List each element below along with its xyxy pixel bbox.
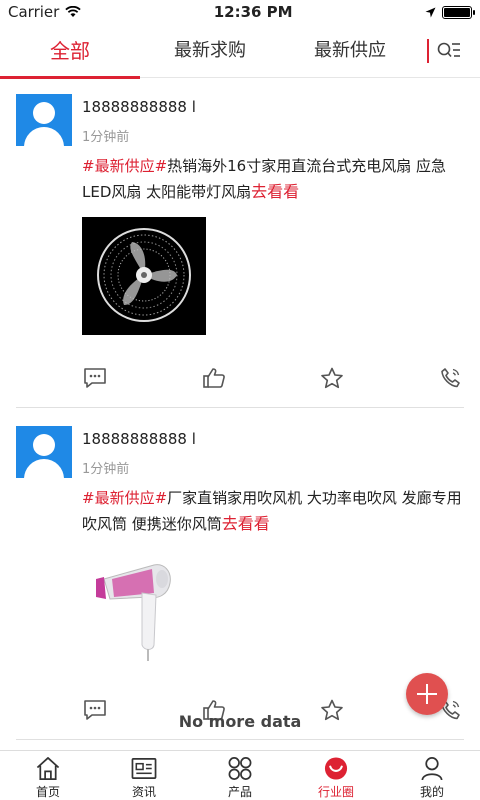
bottom-nav: 首页 资讯 产品 行业圈 我的: [0, 750, 480, 800]
carrier-label: Carrier: [8, 3, 60, 21]
nav-home-label: 首页: [35, 785, 60, 799]
thumbs-up-icon: [202, 368, 225, 388]
avatar[interactable]: [16, 94, 72, 146]
battery-icon: [441, 5, 475, 19]
post-image-hair-dryer[interactable]: [82, 549, 206, 667]
tab-all[interactable]: 全部: [0, 24, 140, 79]
phone-icon: [441, 368, 460, 388]
user-name: 18888888888 l: [82, 98, 196, 116]
nav-news-label: 资讯: [131, 785, 156, 799]
feed-post[interactable]: 18888888888 l 1分钟前 #最新供应#厂家直销家用吹风机 大功率电吹…: [16, 408, 464, 740]
category-tabs: 全部 最新求购 最新供应: [0, 24, 480, 79]
nav-products[interactable]: 产品: [192, 751, 288, 800]
call-button[interactable]: [438, 365, 464, 391]
view-more-link[interactable]: 去看看: [222, 514, 270, 533]
post-time: 1分钟前: [82, 130, 130, 145]
post-actions: [82, 349, 464, 407]
nav-home[interactable]: 首页: [0, 751, 96, 800]
add-post-button[interactable]: [406, 673, 448, 715]
news-icon: [131, 758, 157, 779]
view-more-link[interactable]: 去看看: [251, 182, 299, 201]
status-right: [425, 5, 475, 19]
post-tag[interactable]: #最新供应#: [82, 489, 167, 507]
post-content: #最新供应#热销海外16寸家用直流台式充电风扇 应急LED风扇 太阳能带灯风扇去…: [82, 154, 464, 205]
feed-post[interactable]: 18888888888 l 1分钟前 #最新供应#热销海外16寸家用直流台式充电…: [16, 78, 464, 408]
user-icon: [421, 757, 443, 781]
nav-industry-circle-label: 行业圈: [317, 785, 354, 799]
post-tag[interactable]: #最新供应#: [82, 157, 167, 175]
home-icon: [36, 757, 60, 780]
post-header: 18888888888 l 1分钟前: [16, 426, 464, 478]
wifi-icon: [65, 6, 82, 17]
post-time: 1分钟前: [82, 462, 130, 477]
nav-me-label: 我的: [419, 785, 444, 799]
tab-latest-purchase[interactable]: 最新求购: [140, 24, 280, 78]
avatar[interactable]: [16, 426, 72, 478]
status-time: 12:36 PM: [213, 3, 293, 21]
comment-icon: [84, 368, 106, 388]
tab-latest-supply[interactable]: 最新供应: [280, 24, 420, 78]
user-name: 18888888888 l: [82, 430, 196, 448]
search-list-icon: [437, 42, 460, 57]
status-bar: Carrier 12:36 PM: [0, 0, 480, 24]
post-image-fan[interactable]: [82, 217, 206, 335]
location-arrow-icon: [425, 7, 436, 17]
star-icon: [321, 367, 344, 389]
post-content: #最新供应#厂家直销家用吹风机 大功率电吹风 发廊专用吹风筒 便携迷你风筒去看看: [82, 486, 464, 537]
feed-list: 18888888888 l 1分钟前 #最新供应#热销海外16寸家用直流台式充电…: [0, 78, 480, 750]
products-icon: [228, 757, 252, 780]
like-button[interactable]: [201, 365, 227, 391]
no-more-data-label: No more data: [178, 712, 302, 731]
nav-news[interactable]: 资讯: [96, 751, 192, 800]
nav-industry-circle[interactable]: 行业圈: [288, 751, 384, 800]
nav-products-label: 产品: [227, 785, 252, 799]
filter-button[interactable]: [429, 24, 469, 78]
user-info: 18888888888 l 1分钟前: [82, 426, 196, 478]
user-info: 18888888888 l 1分钟前: [82, 94, 196, 146]
favorite-button[interactable]: [319, 365, 345, 391]
post-header: 18888888888 l 1分钟前: [16, 94, 464, 146]
industry-circle-icon: [324, 757, 348, 780]
comment-button[interactable]: [82, 365, 108, 391]
nav-me[interactable]: 我的: [384, 751, 480, 800]
status-left: Carrier: [8, 3, 82, 21]
